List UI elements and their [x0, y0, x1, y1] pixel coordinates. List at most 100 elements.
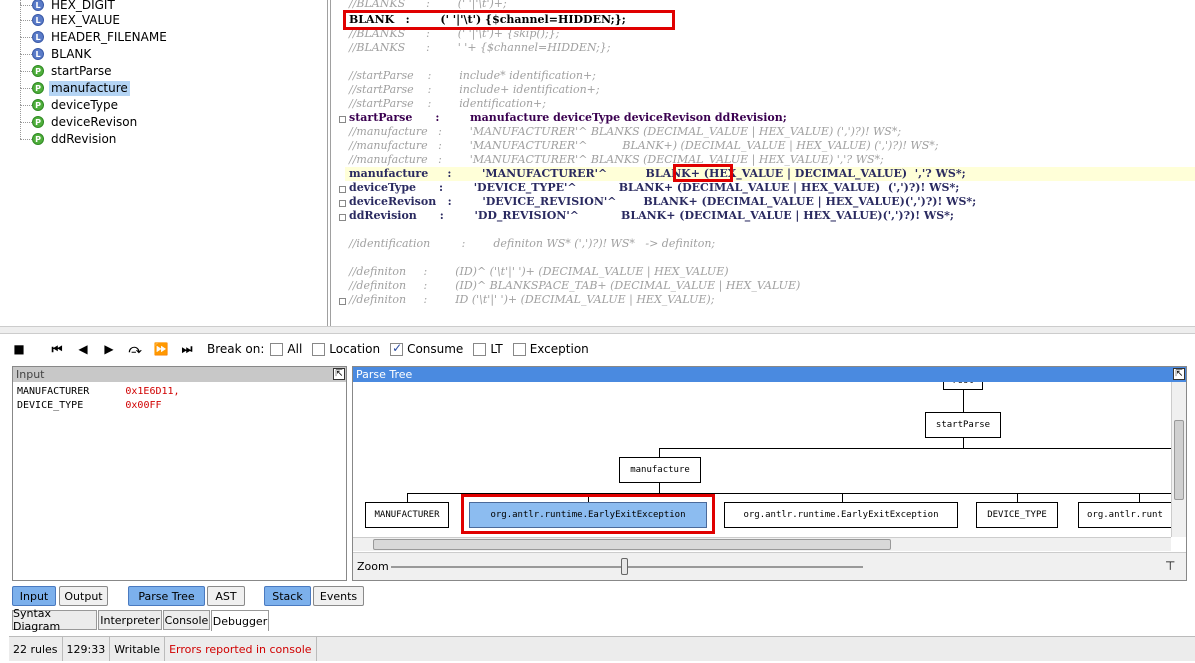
tree-edge — [659, 483, 660, 493]
code-line: BLANK : (' '|'\t') {$channel=HIDDEN;}; — [349, 13, 626, 26]
events-toggle-button[interactable]: Events — [313, 586, 364, 606]
input-panel-title: Input — [13, 367, 346, 382]
rule-item-blank[interactable]: L BLANK — [9, 37, 309, 63]
fold-marker-icon[interactable] — [339, 214, 346, 221]
tree-node-startparse[interactable]: startParse — [925, 412, 1001, 438]
rule-item-startparse[interactable]: P startParse — [9, 54, 309, 80]
code-line: //startParse : include* identification+; — [349, 69, 596, 82]
input-panel: Input ⇱ MANUFACTURER 0x1E6D11, DEVICE_TY… — [12, 366, 347, 581]
tab-syntax-diagram[interactable]: Syntax Diagram — [12, 607, 97, 633]
fold-marker-icon[interactable] — [339, 116, 346, 123]
input-key: DEVICE_TYPE — [17, 400, 84, 411]
tree-edge — [963, 390, 964, 412]
break-on-consume-checkbox[interactable]: Consume — [390, 341, 464, 356]
go-to-start-icon[interactable]: ⏮ — [47, 339, 67, 359]
tree-node-manufacture[interactable]: manufacture — [619, 457, 701, 483]
rule-item-ddrevision[interactable]: P ddRevision — [9, 122, 309, 148]
tree-edge — [842, 493, 843, 502]
code-line: ddRevision : 'DD_REVISION'^ BLANK+ (DECI… — [349, 209, 954, 222]
tree-node-leaf[interactable]: DEVICE_TYPE — [976, 502, 1058, 528]
break-on-all-checkbox[interactable]: All — [270, 342, 302, 356]
status-bar: 22 rules 129:33 Writable Errors reported… — [9, 636, 1195, 661]
scrollbar-thumb[interactable] — [373, 539, 891, 550]
break-on-location-checkbox[interactable]: Location — [312, 342, 380, 356]
fold-marker-icon[interactable] — [339, 186, 346, 193]
stack-toggle-button[interactable]: Stack — [264, 586, 311, 606]
rule-label: BLANK — [51, 47, 92, 61]
horizontal-scrollbar[interactable] — [353, 537, 1171, 551]
code-line: //BLANKS : (' '|'\t')+ {skip();}; — [349, 27, 560, 40]
rule-label: manufacture — [49, 81, 130, 96]
code-line: //definiton : (ID)^ ('\t'|' ')+ (DECIMAL… — [349, 265, 729, 278]
tree-edge — [1139, 493, 1140, 502]
code-line: //BLANKS : ' '+ {$channel=HIDDEN;}; — [349, 41, 611, 54]
ast-toggle-button[interactable]: AST — [207, 586, 245, 606]
code-line: startParse : manufacture deviceType devi… — [349, 111, 787, 124]
step-back-icon[interactable]: ◀ — [73, 339, 93, 359]
grammar-editor[interactable]: //BLANKS : (' '|'\t')+; BLANK : (' '|'\t… — [330, 0, 1195, 326]
rule-item-hex-value[interactable]: L HEX_VALUE — [9, 3, 309, 29]
tree-node-leaf-error[interactable]: org.antlr.runtime.EarlyExitException — [469, 502, 707, 528]
vertical-scrollbar[interactable] — [1171, 382, 1186, 537]
input-toggle-button[interactable]: Input — [12, 586, 56, 606]
tab-interpreter[interactable]: Interpreter — [98, 610, 162, 630]
rule-label: HEADER_FILENAME — [51, 30, 167, 44]
zoom-label: Zoom — [357, 560, 389, 573]
checkbox-label: Consume — [407, 342, 464, 356]
status-cursor-position: 129:33 — [63, 637, 111, 661]
code-line: //BLANKS : (' '|'\t')+; — [349, 0, 507, 10]
code-line: //definiton : ID ('\t'|' ')+ (DECIMAL_VA… — [349, 293, 715, 306]
parser-rule-icon: P — [32, 133, 44, 145]
status-error[interactable]: Errors reported in console — [165, 637, 317, 661]
checkbox-box — [312, 342, 326, 356]
break-on-label: Break on: — [207, 342, 265, 356]
step-over-icon[interactable]: ⤼ — [125, 339, 145, 359]
checkbox-label: Location — [329, 342, 381, 356]
zoom-bar: Zoom ⊤ — [353, 552, 1186, 580]
parse-tree-panel-title: Parse Tree — [353, 367, 1186, 382]
checkbox-box — [390, 341, 404, 356]
lexer-rule-icon: L — [32, 31, 44, 43]
tree-node-leaf-error[interactable]: org.antlr.runtime.EarlyExitException — [724, 502, 958, 528]
checkbox-label: All — [287, 342, 303, 356]
rule-item-devicetype[interactable]: P deviceType — [9, 88, 309, 114]
tree-node-root[interactable]: root — [943, 382, 983, 390]
tree-node-leaf[interactable]: MANUFACTURER — [365, 502, 449, 528]
tab-debugger[interactable]: Debugger — [211, 610, 269, 631]
tree-node-leaf-error[interactable]: org.antlr.runt — [1078, 502, 1171, 528]
rule-item-header-filename[interactable]: L HEADER_FILENAME — [9, 20, 309, 46]
tree-edge — [407, 493, 1171, 494]
input-row: MANUFACTURER 0x1E6D11, — [17, 386, 180, 397]
code-line: //manufacture : 'MANUFACTURER'^ BLANKS (… — [349, 125, 902, 138]
checkbox-label: LT — [490, 342, 503, 356]
zoom-slider-thumb[interactable] — [621, 558, 628, 575]
parse-tree-toggle-button[interactable]: Parse Tree — [128, 586, 205, 606]
tree-edge — [659, 448, 1171, 449]
go-to-end-icon[interactable]: ⏭ — [177, 339, 197, 359]
parser-rule-icon: P — [32, 116, 44, 128]
horizontal-splitter[interactable] — [0, 326, 1195, 334]
input-value: 0x1E6D11, — [125, 386, 180, 397]
maximize-icon[interactable]: ⇱ — [333, 368, 345, 380]
stop-icon[interactable]: ■ — [9, 339, 29, 359]
parser-rule-icon: P — [32, 99, 44, 111]
maximize-icon[interactable]: ⇱ — [1173, 368, 1185, 380]
rule-label: deviceType — [51, 98, 118, 112]
break-on-exception-checkbox[interactable]: Exception — [512, 342, 589, 356]
tab-console[interactable]: Console — [163, 610, 210, 630]
tree-layout-icon[interactable]: ⊤ — [1165, 559, 1175, 573]
fold-marker-icon[interactable] — [339, 298, 346, 305]
checkbox-box — [270, 342, 284, 356]
fast-forward-icon[interactable]: ⏩ — [151, 339, 171, 359]
rule-item-manufacture[interactable]: P manufacture — [9, 71, 309, 97]
code-line: //startParse : include+ identification+; — [349, 83, 600, 96]
parse-tree-canvas[interactable]: root startParse manufacture MANUFACTURER… — [353, 382, 1171, 537]
fold-marker-icon[interactable] — [339, 200, 346, 207]
rule-item-devicerevison[interactable]: P deviceRevison — [9, 105, 309, 131]
step-forward-icon[interactable]: ▶ — [99, 339, 119, 359]
rule-label: startParse — [51, 64, 112, 78]
output-toggle-button[interactable]: Output — [59, 586, 108, 606]
tree-edge — [407, 493, 408, 502]
break-on-lt-checkbox[interactable]: LT — [473, 342, 503, 356]
scrollbar-thumb[interactable] — [1174, 420, 1184, 500]
